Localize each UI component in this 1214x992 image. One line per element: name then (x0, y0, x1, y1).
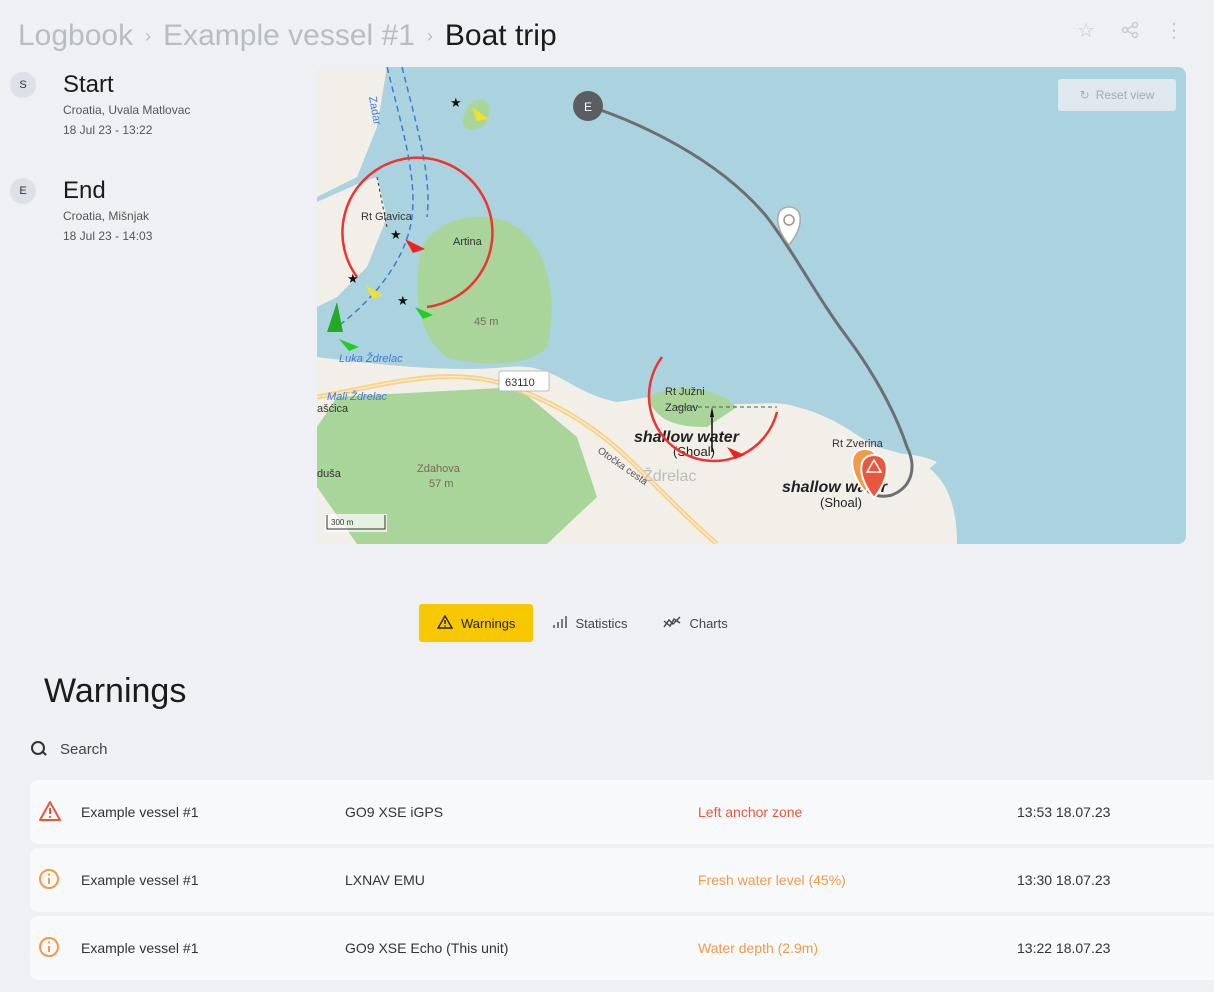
map-scale-label: 300 m (331, 518, 354, 527)
map-label-elev-57: 57 m (429, 478, 453, 490)
table-row[interactable]: Example vessel #1 LXNAV EMU Fresh water … (30, 848, 1214, 912)
more-vertical-icon[interactable]: ⋮ (1164, 20, 1184, 42)
start-time: 18 Jul 23 - 13:22 (63, 123, 153, 137)
map-label-artina: Artina (453, 236, 483, 248)
start-title: Start (63, 71, 114, 98)
end-title: End (63, 177, 106, 204)
map-label-luka-zdrelac: Luka Ždrelac (339, 352, 403, 365)
map-label-rt-glavica: Rt Glavica (361, 211, 413, 223)
warning-message: Water depth (2.9m) (698, 940, 819, 956)
breadcrumb-chevron-icon: › (145, 25, 152, 46)
map-label-road: 63110 (505, 377, 535, 389)
warning-vessel: Example vessel #1 (81, 940, 199, 956)
end-marker-label: E (584, 100, 592, 114)
reset-icon: ↻ (1079, 88, 1090, 102)
tab-charts-label: Charts (689, 615, 728, 631)
end-time: 18 Jul 23 - 14:03 (63, 229, 153, 243)
map-label-rt-juzni: Rt Južni (665, 386, 705, 398)
breadcrumb-logbook[interactable]: Logbook (18, 19, 133, 53)
warning-time: 13:30 18.07.23 (1017, 872, 1111, 888)
warning-device: GO9 XSE iGPS (345, 804, 444, 820)
tab-warnings[interactable]: Warnings (419, 604, 534, 642)
search-bar (30, 740, 260, 758)
tab-warnings-label: Warnings (461, 615, 516, 631)
share-icon[interactable] (1120, 20, 1140, 42)
reset-view-button[interactable]: ↻ Reset view (1058, 79, 1176, 111)
table-row[interactable]: Example vessel #1 GO9 XSE iGPS Left anch… (30, 780, 1214, 844)
map-label-elev-45: 45 m (474, 316, 498, 328)
breadcrumb-vessel[interactable]: Example vessel #1 (163, 19, 415, 53)
star-marker-icon: ★ (347, 271, 359, 286)
start-location: Croatia, Uvala Matlovac (63, 103, 191, 117)
warning-device: LXNAV EMU (345, 872, 425, 888)
trip-end: E End Croatia, Mišnjak 18 Jul 23 - 14:03 (10, 176, 152, 246)
tab-statistics[interactable]: Statistics (533, 604, 645, 642)
warning-message: Left anchor zone (698, 804, 803, 820)
star-icon[interactable]: ☆ (1076, 20, 1096, 42)
tab-charts[interactable]: Charts (645, 604, 745, 642)
warning-time: 13:22 18.07.23 (1017, 940, 1111, 956)
page-title: Boat trip (444, 19, 557, 52)
search-icon (30, 740, 48, 758)
tab-statistics-label: Statistics (575, 615, 628, 631)
warning-vessel: Example vessel #1 (81, 804, 199, 820)
bar-chart-icon (551, 615, 568, 632)
warning-message: Fresh water level (45%) (698, 872, 846, 888)
map-label-shoal-2: (Shoal) (820, 495, 862, 510)
map-label-ascica: ašćica (317, 403, 349, 415)
table-row[interactable]: Example vessel #1 GO9 XSE Echo (This uni… (30, 916, 1214, 980)
end-location: Croatia, Mišnjak (63, 209, 150, 223)
warning-vessel: Example vessel #1 (81, 872, 199, 888)
star-marker-icon: ★ (390, 227, 402, 242)
info-icon (38, 868, 62, 892)
line-chart-icon (663, 615, 681, 632)
map-label-zdrelac: Ždrelac (643, 466, 696, 485)
reset-view-label: Reset view (1095, 88, 1155, 102)
warning-time: 13:53 18.07.23 (1017, 804, 1111, 820)
end-badge: E (10, 178, 36, 204)
info-icon (38, 936, 62, 960)
alert-triangle-icon (38, 800, 62, 824)
search-input[interactable] (60, 740, 260, 758)
header-actions: ☆ ⋮ (1076, 20, 1184, 42)
warning-device: GO9 XSE Echo (This unit) (345, 940, 509, 956)
map-label-rt-zverina: Rt Zverina (832, 438, 884, 450)
breadcrumb: Logbook › Example vessel #1 › Boat trip (18, 14, 557, 58)
breadcrumb-chevron-icon: › (426, 25, 433, 46)
star-marker-icon: ★ (397, 293, 409, 308)
warning-icon (436, 614, 454, 632)
start-badge: S (10, 72, 36, 98)
star-marker-icon: ★ (450, 95, 462, 110)
map-label-mali-zdrelac: Mali Ždrelac (327, 390, 387, 403)
warnings-list: Example vessel #1 GO9 XSE iGPS Left anch… (30, 780, 1214, 984)
trip-map[interactable]: Zadar Rt Glavica Artina 45 m Luka Ždrela… (317, 67, 1186, 544)
warnings-title: Warnings (44, 672, 187, 710)
map-label-zdahova: Zdahova (417, 463, 461, 475)
tab-bar: Warnings Statistics Charts (419, 604, 746, 642)
trip-start: S Start Croatia, Uvala Matlovac 18 Jul 2… (10, 70, 190, 140)
map-label-dusa: duša (317, 468, 342, 480)
map-label-zaglav: Zaglav (665, 402, 699, 414)
